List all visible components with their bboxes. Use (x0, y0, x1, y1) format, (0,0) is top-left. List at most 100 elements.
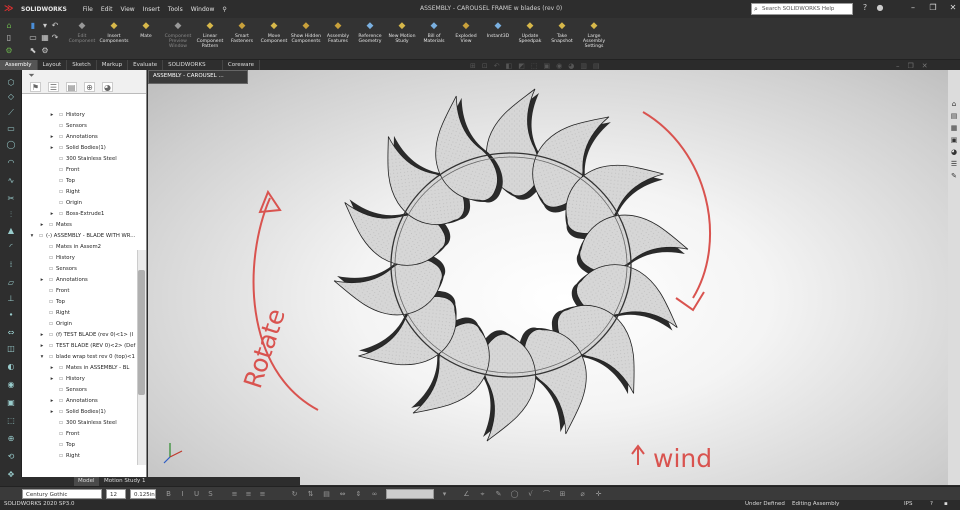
tree-item[interactable]: ▸ ▫ Boss-Extrude1 (22, 209, 105, 220)
tool-smart-fasteners[interactable]: ◆ Smart Fasteners (226, 20, 258, 60)
tree-item[interactable]: ▫ 300 Stainless Steel (22, 154, 117, 165)
tool-component-preview[interactable]: ◆ Component Preview Window (162, 20, 194, 60)
expand-arrow-icon[interactable]: ▸ (38, 330, 46, 341)
solidworks-resources-icon[interactable]: ⌂ (949, 100, 959, 109)
expand-arrow-icon[interactable]: ▸ (48, 363, 56, 374)
view-orientation-icon[interactable]: ⬚ (5, 416, 17, 426)
tree-item[interactable]: ▫ History (22, 253, 75, 264)
tree-scrollbar-thumb[interactable] (138, 270, 145, 395)
tree-item[interactable]: ▫ Front (22, 429, 79, 440)
hole-callout-icon[interactable]: ⌀ (578, 489, 587, 499)
mirror-tool-icon[interactable]: ⫶ (5, 210, 17, 220)
tool-exploded-view[interactable]: ◆ Exploded View (450, 20, 482, 60)
minimize-icon[interactable]: – (908, 3, 918, 13)
flip-icon[interactable]: ⇅ (306, 489, 315, 499)
tool-mate[interactable]: ◆ Mate (130, 20, 162, 60)
balloon-icon[interactable]: ◯ (510, 489, 519, 499)
zoom-area-icon[interactable]: ⊡ (482, 62, 488, 70)
expand-arrow-icon[interactable]: ▾ (28, 231, 36, 242)
tree-item[interactable]: ▫ Sensors (22, 264, 77, 275)
italic-icon[interactable]: I (178, 489, 187, 499)
menu-tools[interactable]: Tools (168, 6, 183, 13)
trim-tool-icon[interactable]: ✂ (5, 194, 17, 204)
hide-show-icon[interactable]: ◐ (5, 362, 17, 372)
previous-view-icon[interactable]: ↶ (494, 62, 500, 70)
arc-tool-icon[interactable]: ◠ (5, 158, 17, 168)
configuration-manager-tab-icon[interactable]: ▤ (66, 82, 77, 92)
bold-icon[interactable]: B (164, 489, 173, 499)
expand-arrow-icon[interactable]: ▾ (38, 352, 46, 363)
weld-icon[interactable]: ⌒ (542, 489, 551, 499)
dynamic-annotation-icon[interactable]: ◩ (518, 62, 525, 70)
align-center-icon[interactable]: ≡ (244, 489, 253, 499)
rectangle-tool-icon[interactable]: ▭ (5, 124, 17, 134)
tool-show-hidden[interactable]: ◆ Show Hidden Components (290, 20, 322, 60)
tab-solidworks-add-ins[interactable]: SOLIDWORKS Add-Ins (163, 60, 223, 76)
options-icon[interactable]: ⚙ (4, 46, 14, 56)
help-search-input[interactable]: ⌕ Search SOLIDWORKS Help (751, 3, 853, 15)
restore-icon[interactable]: ❐ (928, 3, 938, 13)
file-explorer-icon[interactable]: ▦ (949, 124, 959, 133)
expand-arrow-icon[interactable]: ▸ (38, 220, 46, 231)
tree-item[interactable]: ▫ Mates in Assem2 (22, 242, 101, 253)
appearance-icon[interactable]: ◉ (5, 380, 17, 390)
tool-reference-geometry[interactable]: ◆ Reference Geometry (354, 20, 386, 60)
section-icon[interactable]: ◫ (5, 344, 17, 354)
carousel-model[interactable]: Rotate wind (148, 70, 948, 485)
align-right-icon[interactable]: ≡ (258, 489, 267, 499)
expand-arrow-icon[interactable]: ▸ (48, 143, 56, 154)
tree-item[interactable]: ▸ ▫ Annotations (22, 275, 88, 286)
new-document-icon[interactable]: ▮ (28, 21, 38, 31)
view-palette-icon[interactable]: ▣ (949, 136, 959, 145)
tree-item[interactable]: ▸ ▫ Mates (22, 220, 72, 231)
expand-arrow-icon[interactable]: ▸ (38, 341, 46, 352)
tool-large-assembly[interactable]: ◆ Large Assembly Settings (578, 20, 610, 60)
tab-layout[interactable]: Layout (38, 60, 68, 70)
tree-item[interactable]: ▸ ▫ Solid Bodies(1) (22, 407, 106, 418)
print-icon[interactable]: ▦ (40, 33, 50, 43)
tool-move-component[interactable]: ◆ Move Component (258, 20, 290, 60)
zoom-icon[interactable]: ⊕ (5, 434, 17, 444)
feature-manager-tab-icon[interactable]: ⚑ (30, 82, 41, 92)
help-icon[interactable]: ? (930, 501, 933, 507)
viewport-close-icon[interactable]: ✕ (922, 62, 928, 70)
tree-item[interactable]: ▸ ▫ History (22, 374, 85, 385)
viewport-restore-icon[interactable]: ❐ (908, 62, 914, 70)
pin-menu-icon[interactable]: ⚲ (222, 6, 226, 13)
tree-item[interactable]: ▫ Top (22, 176, 75, 187)
display-manager-tab-icon[interactable]: ◕ (102, 82, 113, 92)
expand-arrow-icon[interactable]: ▸ (48, 374, 56, 385)
filter-icon[interactable]: ⏷ (26, 71, 37, 81)
datum-icon[interactable]: ⌖ (478, 489, 487, 499)
redo-icon[interactable]: ↷ (50, 33, 60, 43)
tree-item[interactable]: ▫ Right (22, 451, 80, 462)
tree-item[interactable]: ▫ Top (22, 297, 65, 308)
strikethrough-icon[interactable]: S (206, 489, 215, 499)
open-icon[interactable]: ▭ (28, 33, 38, 43)
sketch-tool-icon[interactable]: ⬡ (5, 78, 17, 88)
tree-item[interactable]: ▸ ▫ Annotations (22, 396, 98, 407)
tree-item[interactable]: ▸ ▫ (f) TEST BLADE (rev 0)<1> (I (22, 330, 134, 341)
rotate-text-icon[interactable]: ↻ (290, 489, 299, 499)
underline-icon[interactable]: U (192, 489, 201, 499)
rotate-view-icon[interactable]: ⟲ (5, 452, 17, 462)
tool-snapshot[interactable]: ◆ Take Snapshot (546, 20, 578, 60)
font-height-input[interactable]: 0.125in (130, 489, 156, 499)
tree-item[interactable]: ▫ Right (22, 187, 80, 198)
surface-finish-icon[interactable]: √ (526, 489, 535, 499)
axis-icon[interactable]: ⊥ (5, 294, 17, 304)
home-icon[interactable]: ⌂ (4, 21, 14, 31)
forum-icon[interactable]: ✎ (949, 172, 959, 181)
custom-properties-icon[interactable]: ☰ (949, 160, 959, 169)
plane-icon[interactable]: ▱ (5, 278, 17, 288)
tree-item[interactable]: ▸ ▫ TEST BLADE (REV 0)<2> (Def (22, 341, 136, 352)
user-icon[interactable]: ● (875, 3, 885, 13)
align-left-icon[interactable]: ≡ (230, 489, 239, 499)
tool-insert-components[interactable]: ◆ Insert Components (98, 20, 130, 60)
tool-instant3d[interactable]: ◆ Instant3D (482, 20, 514, 60)
tool-edit-component[interactable]: ◆ Edit Component (66, 20, 98, 60)
dropdown-icon[interactable]: ▾ (40, 21, 50, 31)
dimxpert-tab-icon[interactable]: ⊕ (84, 82, 95, 92)
menu-edit[interactable]: Edit (101, 6, 113, 13)
color-dropdown-icon[interactable]: ▾ (440, 489, 449, 499)
